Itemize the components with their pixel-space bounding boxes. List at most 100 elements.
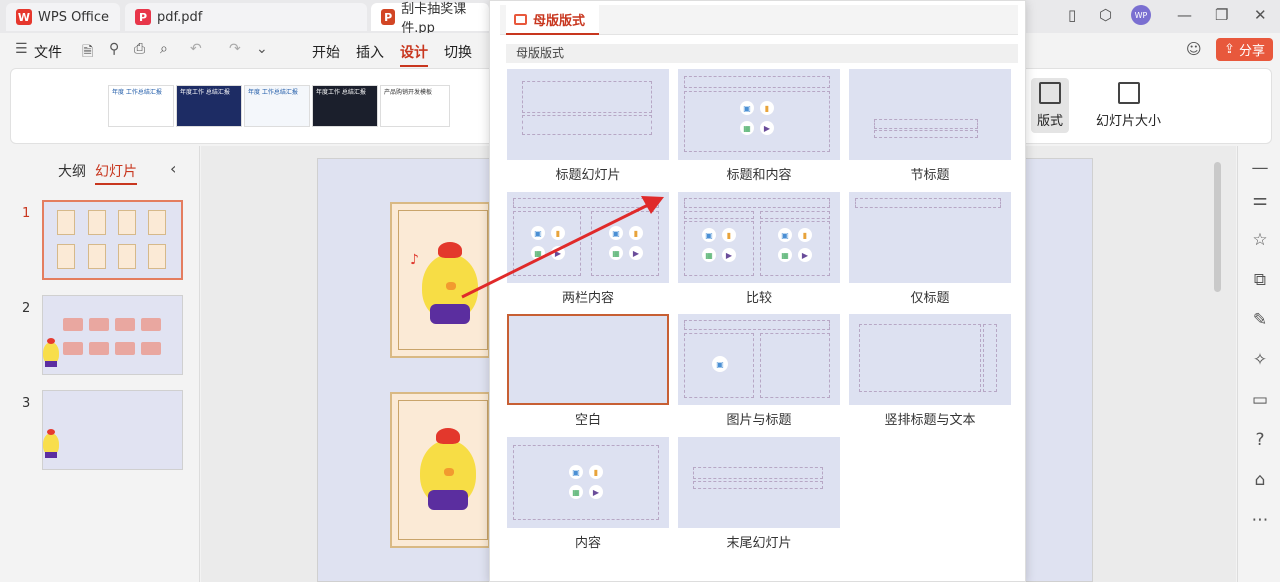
slide-panel: 大纲 幻灯片 ‹ 1 2 3 [0, 146, 200, 582]
chevron-down-icon[interactable]: ⌄ [256, 41, 268, 57]
chick-illustration [422, 242, 478, 324]
tab-pdf[interactable]: P pdf.pdf [125, 3, 367, 31]
avatar[interactable]: WP [1131, 5, 1151, 25]
shirt-icon[interactable]: ⌂ [1248, 470, 1272, 490]
layout-title-content[interactable]: ▣ ▮ ▦ ▶ [678, 69, 840, 160]
button-thumb [115, 318, 135, 331]
restore-icon[interactable]: ❐ [1215, 6, 1228, 24]
sliders-icon[interactable]: ⚌ [1248, 190, 1272, 210]
content-type-icons: ▣ ▮ ▦ ▶ [740, 101, 774, 135]
dropdown-header: 母版版式 [500, 5, 1018, 35]
layout-section-header[interactable] [849, 69, 1011, 160]
scratch-card[interactable] [390, 392, 490, 548]
heading-placeholder [684, 211, 754, 219]
hamburger-icon[interactable]: ☰ [15, 41, 28, 57]
layout-label: 末尾幻灯片 [726, 536, 792, 551]
wps-logo-icon: W [16, 9, 32, 25]
card-thumb [148, 244, 166, 269]
layout-dropdown-panel: 母版版式 母版版式 标题幻灯片 ▣ ▮ ▦ ▶ 标题和内容 节标题 ▣ ▮ ▦ ▶ ▣ ▮ ▦ ▶… [489, 0, 1026, 582]
card-thumb [57, 210, 75, 235]
scratch-card[interactable]: ♪ [390, 202, 490, 358]
text-placeholder [874, 130, 978, 138]
menu-design[interactable]: 设计 [400, 42, 428, 67]
layout-content[interactable]: ▣ ▮ ▦ ▶ [507, 437, 669, 528]
undo-icon[interactable]: ↶ [190, 41, 202, 57]
title-placeholder [684, 198, 830, 208]
button-thumb [141, 342, 161, 355]
chick-thumb [43, 429, 59, 458]
layout-button[interactable]: 版式 [1031, 78, 1070, 133]
tab-outline[interactable]: 大纲 [58, 161, 86, 181]
layout-label: 竖排标题与文本 [884, 413, 976, 428]
template-thumb[interactable]: 产品购销开发模板 [380, 85, 450, 127]
ai-edit-icon[interactable]: ✎ [1248, 310, 1272, 330]
tab-ppt-file[interactable]: P 刮卡抽奖课件.pp [371, 2, 489, 36]
book-icon[interactable]: ▭ [1248, 390, 1272, 410]
layout-icon[interactable]: ▯ [1068, 6, 1076, 24]
card-thumb [57, 244, 75, 269]
layout-picture-caption[interactable]: ▣ [678, 314, 840, 405]
section-header: 母版版式 [506, 44, 1018, 63]
share-icon: ⇪ [1224, 42, 1235, 57]
card-thumb [88, 210, 106, 235]
copy-icon[interactable]: ⧉ [1248, 270, 1272, 290]
print-icon[interactable]: ⎙ [134, 41, 145, 57]
menu-file[interactable]: 文件 [34, 42, 62, 62]
slide-size-button[interactable]: 幻灯片大小 [1096, 82, 1161, 129]
layout-title-slide[interactable] [507, 69, 669, 160]
tab-wps-office[interactable]: W WPS Office [6, 3, 120, 31]
layout-two-content[interactable]: ▣ ▮ ▦ ▶ ▣ ▮ ▦ ▶ [507, 192, 669, 283]
layout-label: 比较 [745, 291, 772, 306]
comment-icon[interactable]: ☺ [1186, 40, 1202, 58]
tab-slides[interactable]: 幻灯片 [95, 161, 137, 185]
share-button[interactable]: ⇪ 分享 [1216, 38, 1273, 61]
save-icon[interactable]: 🗎 [82, 41, 93, 65]
star-icon[interactable]: ☆ [1248, 230, 1272, 250]
title-placeholder [874, 119, 978, 129]
slide-thumbnail-1[interactable] [42, 200, 183, 280]
chick-comb [436, 428, 460, 444]
music-note-icon: ♪ [410, 252, 419, 268]
text-placeholder [760, 333, 830, 398]
vertical-scrollbar[interactable] [1214, 162, 1221, 292]
content-type-icons: ▣ ▮ ▦ ▶ [609, 226, 643, 260]
master-layout-tab[interactable]: 母版版式 [506, 5, 600, 35]
help-icon[interactable]: ? [1248, 430, 1272, 450]
template-thumb[interactable]: 年度工作 总结汇报 [312, 85, 378, 127]
menu-insert[interactable]: 插入 [356, 42, 384, 62]
template-thumb[interactable]: 年度 工作总结汇报 [108, 85, 174, 127]
right-toolbar: — ⚌ ☆ ⧉ ✎ ✧ ▭ ? ⌂ ⋯ [1237, 146, 1280, 582]
collapse-panel-icon[interactable]: ‹ [170, 159, 176, 178]
slide-thumbnail-3[interactable] [42, 390, 183, 470]
magic-tool-icon[interactable]: ✧ [1248, 350, 1272, 370]
close-icon[interactable]: ✕ [1254, 6, 1267, 24]
layout-title-only[interactable] [849, 192, 1011, 283]
minus-icon[interactable]: — [1248, 158, 1272, 178]
menu-home[interactable]: 开始 [312, 42, 340, 62]
cube-icon[interactable]: ⬡ [1099, 6, 1112, 24]
layout-ending-slide[interactable] [678, 437, 840, 528]
chick-beak [444, 468, 454, 476]
print-preview-icon[interactable]: ⌕ [160, 41, 168, 57]
template-thumb[interactable]: 年度 工作总结汇报 [244, 85, 310, 127]
layout-blank[interactable] [507, 314, 669, 405]
more-icon[interactable]: ⋯ [1248, 510, 1272, 530]
layout-comparison[interactable]: ▣ ▮ ▦ ▶ ▣ ▮ ▦ ▶ [678, 192, 840, 283]
layout-icon [514, 13, 527, 25]
pdf-file-icon: P [135, 9, 151, 25]
menu-transition[interactable]: 切换 [444, 42, 472, 62]
template-thumb[interactable]: 年度工作 总结汇报 [176, 85, 242, 127]
format-painter-icon[interactable]: ⚲ [109, 41, 119, 57]
layout-label: 节标题 [910, 168, 950, 183]
minimize-icon[interactable]: — [1177, 6, 1192, 24]
slide-thumbnail-2[interactable] [42, 295, 183, 375]
layout-vertical-title-text[interactable] [849, 314, 1011, 405]
title-placeholder [522, 81, 652, 113]
layout-icon [1039, 82, 1061, 104]
chick-shirt [428, 490, 468, 510]
layout-label: 图片与标题 [726, 413, 792, 428]
button-thumb [115, 342, 135, 355]
title-placeholder [684, 320, 830, 330]
redo-icon[interactable]: ↷ [229, 41, 241, 57]
chick-shirt [430, 304, 470, 324]
